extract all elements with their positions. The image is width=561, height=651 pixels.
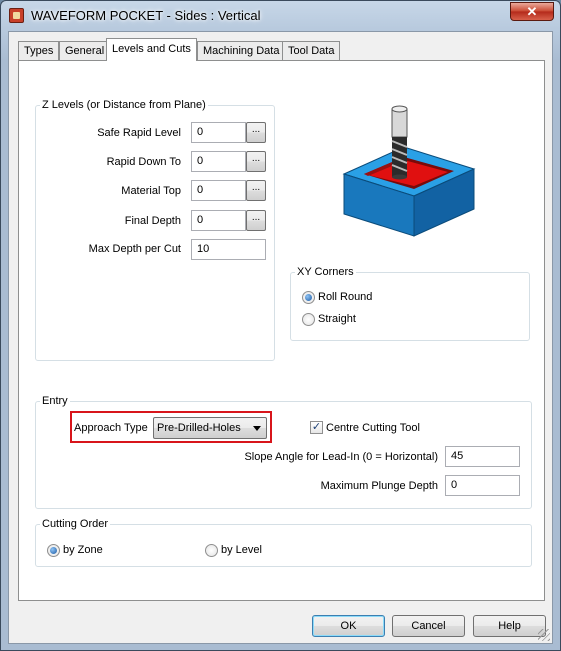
by-zone-label[interactable]: by Zone — [63, 544, 103, 556]
safe-rapid-level-field[interactable]: 0 — [191, 122, 246, 143]
chevron-down-icon — [253, 426, 261, 431]
rapid-down-to-browse-button[interactable]: ... — [246, 151, 266, 172]
approach-type-value: Pre-Drilled-Holes — [157, 422, 241, 434]
rapid-down-to-field[interactable]: 0 — [191, 151, 246, 172]
final-depth-browse-button[interactable]: ... — [246, 210, 266, 231]
max-plunge-depth-label: Maximum Plunge Depth — [320, 480, 438, 492]
approach-type-label: Approach Type — [74, 422, 148, 434]
rapid-down-to-label: Rapid Down To — [106, 156, 181, 168]
centre-cutting-checkbox[interactable]: ✓ — [310, 421, 323, 434]
material-top-field[interactable]: 0 — [191, 180, 246, 201]
max-depth-per-cut-label: Max Depth per Cut — [88, 243, 181, 255]
cutting-order-group: Cutting Order — [35, 518, 532, 567]
dialog-client-area: Types General Levels and Cuts Machining … — [8, 31, 553, 644]
max-plunge-depth-field[interactable]: 0 — [445, 475, 520, 496]
tab-tool-data[interactable]: Tool Data — [282, 41, 341, 60]
dialog-window: WAVEFORM POCKET - Sides : Vertical ✕ Typ… — [0, 0, 561, 651]
app-icon — [9, 8, 24, 23]
slope-angle-field[interactable]: 45 — [445, 446, 520, 467]
title-bar[interactable]: WAVEFORM POCKET - Sides : Vertical ✕ — [1, 1, 560, 31]
max-depth-per-cut-field[interactable]: 10 — [191, 239, 266, 260]
tab-general[interactable]: General — [59, 41, 111, 60]
roll-round-radio[interactable] — [302, 291, 315, 304]
entry-legend: Entry — [42, 395, 68, 407]
centre-cutting-label[interactable]: Centre Cutting Tool — [326, 422, 420, 434]
safe-rapid-level-label: Safe Rapid Level — [97, 127, 181, 139]
roll-round-label[interactable]: Roll Round — [318, 291, 372, 303]
safe-rapid-level-browse-button[interactable]: ... — [246, 122, 266, 143]
approach-type-select[interactable]: Pre-Drilled-Holes — [153, 417, 267, 439]
close-button[interactable]: ✕ — [510, 2, 554, 21]
ok-button[interactable]: OK — [312, 615, 385, 637]
help-button[interactable]: Help — [473, 615, 546, 637]
cancel-button[interactable]: Cancel — [392, 615, 465, 637]
tab-panel-levels-and-cuts: Z Levels (or Distance from Plane) Safe R… — [18, 60, 545, 601]
material-top-browse-button[interactable]: ... — [246, 180, 266, 201]
slope-angle-label: Slope Angle for Lead-In (0 = Horizontal) — [244, 451, 438, 463]
final-depth-field[interactable]: 0 — [191, 210, 246, 231]
tab-machining-data[interactable]: Machining Data — [197, 41, 286, 60]
cutting-order-legend: Cutting Order — [42, 518, 109, 530]
tab-types[interactable]: Types — [18, 41, 60, 60]
material-top-label: Material Top — [121, 185, 181, 197]
pocket-tool-illustration — [342, 105, 476, 237]
by-zone-radio[interactable] — [47, 544, 60, 557]
tab-levels-and-cuts[interactable]: Levels and Cuts — [106, 38, 197, 61]
by-level-radio[interactable] — [205, 544, 218, 557]
straight-label[interactable]: Straight — [318, 313, 356, 325]
straight-radio[interactable] — [302, 313, 315, 326]
resize-grip[interactable] — [538, 629, 550, 641]
window-title: WAVEFORM POCKET - Sides : Vertical — [31, 8, 261, 23]
final-depth-label: Final Depth — [124, 215, 181, 227]
by-level-label[interactable]: by Level — [221, 544, 262, 556]
z-levels-legend: Z Levels (or Distance from Plane) — [42, 99, 206, 111]
xy-corners-group: XY Corners — [290, 266, 530, 341]
xy-corners-legend: XY Corners — [297, 266, 354, 278]
